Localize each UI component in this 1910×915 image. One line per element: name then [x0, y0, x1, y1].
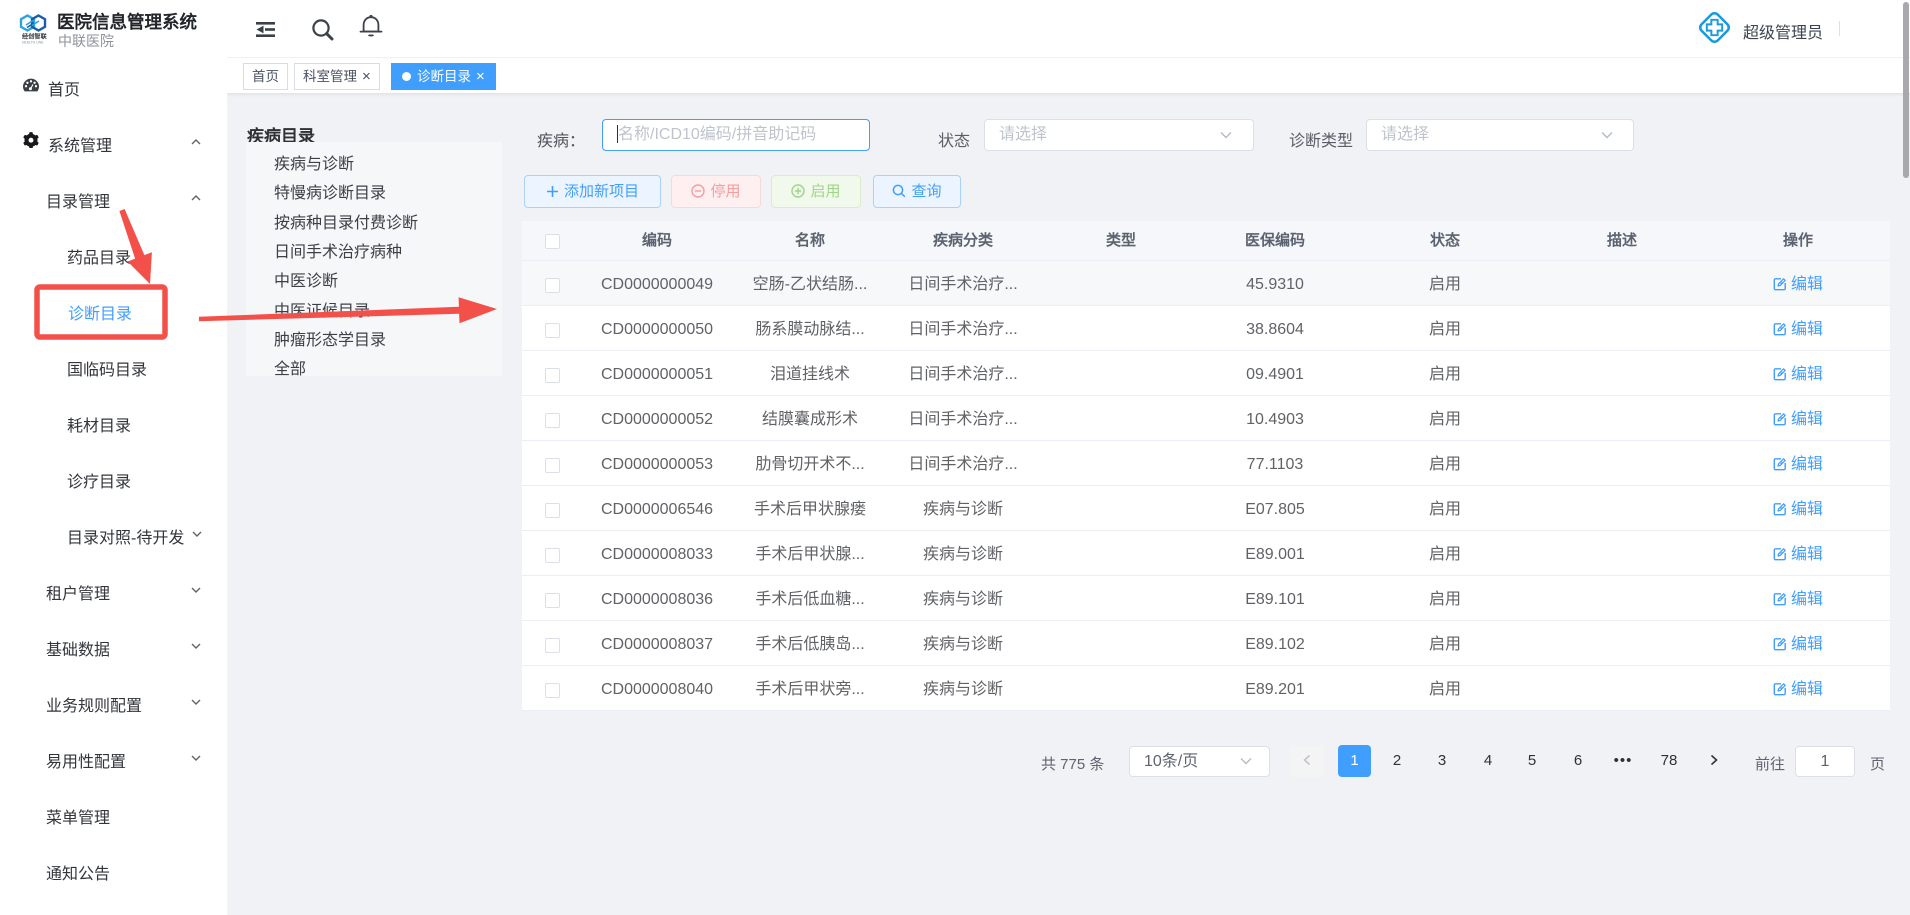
svg-text:经创智联: 经创智联: [22, 33, 48, 41]
svg-text:HEALTH LINE: HEALTH LINE: [22, 41, 44, 45]
